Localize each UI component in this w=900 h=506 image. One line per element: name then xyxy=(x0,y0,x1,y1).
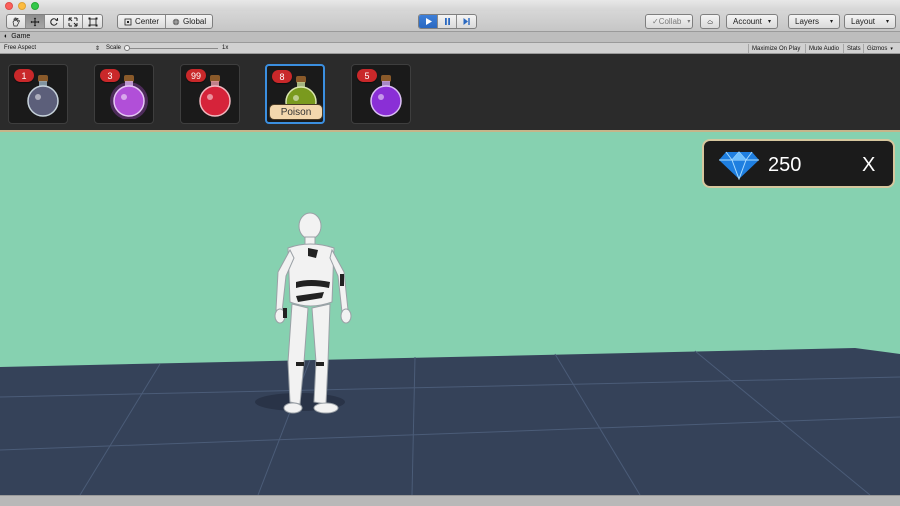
rect-tool-button[interactable] xyxy=(83,15,102,28)
pivot-center-button[interactable]: Center xyxy=(118,15,167,28)
item-count-badge: 99 xyxy=(186,69,206,82)
collab-label: Collab xyxy=(658,17,682,26)
chevron-down-icon: ▾ xyxy=(687,19,691,25)
rotate-tool-button[interactable] xyxy=(45,15,64,28)
play-button[interactable] xyxy=(419,15,438,28)
cloud-icon xyxy=(707,19,713,24)
playback-controls xyxy=(418,14,477,29)
inventory-slot-selected[interactable]: 8 Poison xyxy=(265,64,325,124)
scale-slider-handle[interactable] xyxy=(124,45,130,51)
aspect-label: Free Aspect xyxy=(4,45,37,51)
hand-tool-button[interactable] xyxy=(7,15,26,28)
stats-label: Stats xyxy=(847,45,861,52)
collab-dropdown[interactable]: ✓ Collab ▾ xyxy=(645,14,693,29)
diamond-icon xyxy=(719,151,759,180)
unity-editor-window: Center Global ✓ Collab ▾ Account ▾ Layer… xyxy=(0,0,900,506)
chevron-down-icon: ▾ xyxy=(829,19,833,25)
check-icon: ✓ xyxy=(652,17,659,26)
play-icon xyxy=(425,18,432,25)
gem-amount: 250 xyxy=(768,154,802,176)
pause-button[interactable] xyxy=(438,15,457,28)
layers-label: Layers xyxy=(795,17,820,26)
maximize-on-play-toggle[interactable]: Maximize On Play xyxy=(748,44,803,53)
window-titlebar xyxy=(0,0,900,11)
scale-slider-track[interactable] xyxy=(124,48,218,49)
rect-tool-icon xyxy=(88,17,97,26)
mute-audio-label: Mute Audio xyxy=(809,45,840,52)
aspect-dropdown[interactable]: Free Aspect ⇕ xyxy=(4,45,100,52)
game-controller-icon: ◐ xyxy=(4,33,9,40)
inventory-slot[interactable]: 5 xyxy=(351,64,411,124)
item-count-badge: 8 xyxy=(272,70,292,83)
scale-tool-button[interactable] xyxy=(64,15,83,28)
layout-label: Layout xyxy=(851,17,876,26)
step-icon xyxy=(463,18,470,25)
stats-toggle[interactable]: Stats xyxy=(843,44,864,53)
item-count-badge: 1 xyxy=(14,69,34,82)
account-label: Account xyxy=(733,17,762,26)
transform-tools xyxy=(6,14,103,29)
gizmos-dropdown[interactable]: Gizmos ▾ xyxy=(863,44,896,53)
pivot-center-icon xyxy=(124,18,132,25)
humanoid-character xyxy=(274,212,352,414)
item-count-badge: 5 xyxy=(357,69,377,82)
tab-game[interactable]: ◐ Game xyxy=(4,33,30,40)
hand-icon xyxy=(12,17,20,26)
move-tool-button[interactable] xyxy=(26,15,45,28)
item-name-tooltip: Poison xyxy=(269,104,323,120)
maximize-on-play-label: Maximize On Play xyxy=(752,45,801,52)
pivot-toggles: Center Global xyxy=(117,14,214,29)
editor-bottom-strip xyxy=(0,495,900,506)
layout-dropdown[interactable]: Layout ▾ xyxy=(844,14,896,29)
inventory-slot[interactable]: 99 xyxy=(180,64,240,124)
rotate-icon xyxy=(50,17,59,26)
game-view-toolbar: Free Aspect ⇕ Scale 1x Maximize On Play … xyxy=(0,43,900,54)
inventory-slot[interactable]: 3 xyxy=(94,64,154,124)
cloud-button[interactable] xyxy=(700,14,720,29)
minimize-window-button[interactable] xyxy=(18,2,26,10)
pivot-global-button[interactable]: Global xyxy=(166,15,212,28)
editor-toolbar: Center Global ✓ Collab ▾ Account ▾ Layer… xyxy=(0,11,900,32)
item-count-badge: 3 xyxy=(100,69,120,82)
scale-icon xyxy=(68,17,78,26)
chevron-down-icon: ▾ xyxy=(767,19,771,25)
game-tab-header: ◐ Game xyxy=(0,32,900,43)
account-dropdown[interactable]: Account ▾ xyxy=(726,14,778,29)
maximize-window-button[interactable] xyxy=(31,2,39,10)
scale-label: Scale xyxy=(106,45,122,51)
move-icon xyxy=(30,17,40,26)
layers-dropdown[interactable]: Layers ▾ xyxy=(788,14,840,29)
scale-value: 1x xyxy=(222,45,229,51)
chevron-down-icon: ▾ xyxy=(885,19,889,25)
inventory-slot[interactable]: 1 xyxy=(8,64,68,124)
pause-icon xyxy=(444,18,450,25)
game-view[interactable]: 1 3 99 8 Poison 5 250 X xyxy=(0,54,900,495)
inventory-bar: 1 3 99 8 Poison 5 xyxy=(0,54,900,132)
tab-game-label: Game xyxy=(11,33,31,40)
close-panel-button[interactable]: X xyxy=(862,154,875,177)
pivot-center-label: Center xyxy=(135,17,160,26)
pivot-global-label: Global xyxy=(183,17,207,26)
mute-audio-toggle[interactable]: Mute Audio xyxy=(805,44,842,53)
chevron-down-icon: ▾ xyxy=(890,45,893,52)
gizmos-label: Gizmos xyxy=(867,45,888,52)
step-button[interactable] xyxy=(457,15,476,28)
currency-panel: 250 X xyxy=(702,139,895,188)
close-window-button[interactable] xyxy=(5,2,13,10)
globe-icon xyxy=(172,18,180,25)
updown-arrows-icon: ⇕ xyxy=(94,46,100,52)
